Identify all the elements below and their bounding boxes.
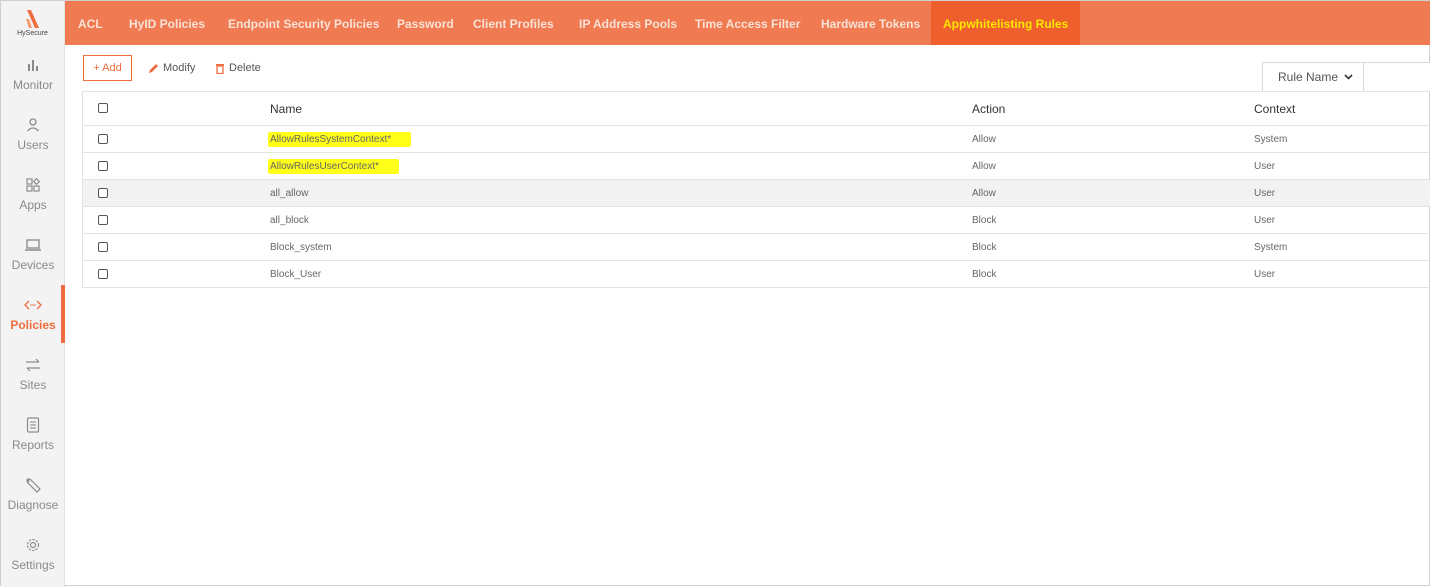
table-row[interactable]: AllowRulesUserContext* Allow User: [83, 153, 1430, 180]
sidebar-item-label: Monitor: [12, 78, 53, 92]
sidebar-item-policies[interactable]: Policies: [1, 285, 65, 343]
sidebar-item-sites[interactable]: Sites: [1, 345, 65, 403]
tab-acl[interactable]: ACL: [78, 1, 103, 45]
sidebar-item-label: Diagnose: [7, 498, 59, 512]
sidebar-item-label: Users: [17, 138, 49, 152]
sidebar-item-diagnose[interactable]: Diagnose: [1, 465, 65, 523]
sidebar-item-apps[interactable]: Apps: [1, 165, 65, 223]
rule-name-cell: Block_User: [270, 268, 322, 280]
modify-label: Modify: [163, 62, 196, 74]
logo-text: HySecure: [17, 30, 48, 37]
sidebar-item-devices[interactable]: Devices: [1, 225, 65, 283]
wrench-icon: [23, 476, 43, 494]
rule-context-cell: System: [1254, 241, 1288, 253]
table-header-row: Name Action Context: [83, 92, 1430, 126]
rule-name-highlighted: AllowRulesSystemContext*: [268, 131, 412, 147]
sidebar-item-settings[interactable]: Settings: [1, 525, 65, 583]
rule-action-cell: Allow: [972, 133, 996, 145]
trash-icon: [216, 63, 224, 74]
rule-action-cell: Allow: [972, 187, 996, 199]
apps-grid-icon: [23, 176, 43, 194]
column-header-name[interactable]: Name: [270, 92, 302, 125]
rule-name-cell: Block_system: [270, 241, 332, 253]
row-checkbox[interactable]: [98, 215, 108, 225]
delete-button[interactable]: Delete: [215, 55, 261, 81]
tab-client-profiles[interactable]: Client Profiles: [473, 1, 554, 45]
column-header-action[interactable]: Action: [972, 92, 1005, 125]
row-checkbox[interactable]: [98, 188, 108, 198]
tab-ip-address-pools[interactable]: IP Address Pools: [579, 1, 677, 45]
swap-arrows-icon: [23, 356, 43, 374]
report-icon: [23, 416, 43, 434]
rule-action-cell: Block: [972, 214, 997, 226]
rule-name-cell: all_allow: [270, 187, 309, 199]
row-checkbox[interactable]: [98, 269, 108, 279]
rule-action-cell: Block: [972, 268, 997, 280]
tab-password[interactable]: Password: [397, 1, 454, 45]
row-checkbox[interactable]: [98, 242, 108, 252]
user-icon: [23, 116, 43, 134]
rule-context-cell: User: [1254, 268, 1276, 280]
search-input[interactable]: [1364, 62, 1430, 92]
gear-icon: [23, 536, 43, 554]
hysecure-logo-icon: [25, 10, 39, 28]
column-header-context[interactable]: Context: [1254, 92, 1295, 125]
sidebar-item-label: Apps: [19, 198, 47, 212]
sidebar-item-reports[interactable]: Reports: [1, 405, 65, 463]
sidebar-item-monitor[interactable]: Monitor: [1, 45, 65, 103]
rule-action-cell: Allow: [972, 160, 996, 172]
sidebar-item-label: Sites: [19, 378, 47, 392]
select-all-checkbox[interactable]: [98, 103, 108, 113]
logo[interactable]: HySecure: [1, 1, 64, 45]
sidebar-item-label: Devices: [11, 258, 55, 272]
top-tab-bar: ACL HyID Policies Endpoint Security Poli…: [65, 1, 1430, 45]
sidebar-item-label: Settings: [11, 558, 55, 572]
add-button[interactable]: + Add: [83, 55, 132, 81]
row-checkbox[interactable]: [98, 161, 108, 171]
laptop-icon: [23, 236, 43, 254]
rule-context-cell: User: [1254, 214, 1276, 226]
tab-hardware-tokens[interactable]: Hardware Tokens: [821, 1, 920, 45]
pencil-icon: [149, 63, 158, 73]
sidebar-item-label: Reports: [11, 438, 55, 452]
app-window: HySecure Monitor Users Apps Devices Poli…: [0, 0, 1430, 587]
active-indicator: [61, 285, 65, 343]
tab-time-access-filter[interactable]: Time Access Filter: [695, 1, 800, 45]
rule-context-cell: User: [1254, 160, 1276, 172]
tab-endpoint-security-policies[interactable]: Endpoint Security Policies: [228, 1, 379, 45]
rule-context-cell: System: [1254, 133, 1288, 145]
table-row[interactable]: Block_system Block System: [83, 234, 1430, 261]
row-checkbox[interactable]: [98, 134, 108, 144]
rule-action-cell: Block: [972, 241, 997, 253]
table-row[interactable]: all_block Block User: [83, 207, 1430, 234]
code-arrows-icon: [23, 296, 43, 314]
rules-table: Name Action Context AllowRulesSystemCont…: [82, 91, 1430, 288]
tab-appwhitelisting-rules[interactable]: Appwhitelisting Rules: [931, 1, 1081, 45]
modify-button[interactable]: Modify: [148, 55, 195, 81]
sidebar: HySecure Monitor Users Apps Devices Poli…: [1, 1, 65, 587]
rule-name-cell: AllowRulesUserContext*: [268, 153, 399, 179]
table-row[interactable]: AllowRulesSystemContext* Allow System: [83, 126, 1430, 153]
bar-chart-icon: [23, 56, 43, 74]
sidebar-item-label: Policies: [10, 318, 56, 332]
table-row[interactable]: Block_User Block User: [83, 261, 1430, 288]
rule-name-cell: all_block: [270, 214, 309, 226]
filter-select[interactable]: Rule Name: [1262, 62, 1364, 92]
rule-name-highlighted: AllowRulesUserContext*: [268, 158, 399, 174]
sidebar-item-users[interactable]: Users: [1, 105, 65, 163]
rule-name-cell: AllowRulesSystemContext*: [268, 126, 412, 152]
filter-select-value: Rule Name: [1278, 70, 1339, 84]
tab-hyid-policies[interactable]: HyID Policies: [129, 1, 205, 45]
delete-label: Delete: [229, 62, 261, 74]
rule-context-cell: User: [1254, 187, 1276, 199]
table-row[interactable]: all_allow Allow User: [83, 180, 1430, 207]
